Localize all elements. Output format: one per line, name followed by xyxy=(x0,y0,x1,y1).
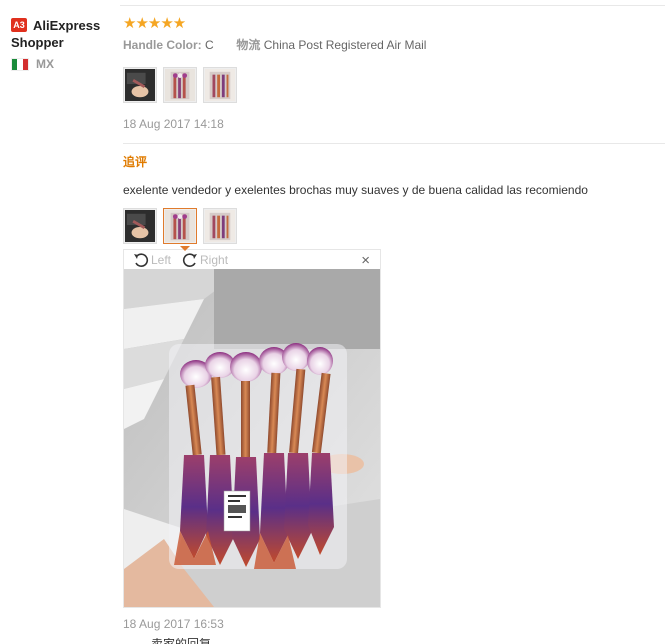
followup-thumbnail-hand-brushes[interactable] xyxy=(123,208,157,244)
followup-thumbnail-brush-pack[interactable] xyxy=(163,208,197,244)
star-rating: ★★★★★ xyxy=(123,15,186,32)
rotate-right-label: Right xyxy=(200,252,229,267)
reviewer-name: A3 AliExpress Shopper xyxy=(11,17,116,51)
close-viewer-button[interactable]: × xyxy=(361,252,370,269)
reviewer-country: MX xyxy=(11,57,116,71)
reviewer-info: A3 AliExpress Shopper MX xyxy=(11,17,116,71)
buyer-level-badge: A3 xyxy=(11,18,27,32)
review-divider xyxy=(123,143,665,144)
review-attributes: Handle Color: C 物流 China Post Registered… xyxy=(123,37,663,53)
review-body: ★★★★★ Handle Color: C 物流 China Post Regi… xyxy=(123,15,665,644)
rotate-right-button[interactable]: Right xyxy=(181,251,228,269)
shipping-label: 物流 xyxy=(236,38,261,52)
followup-thumbnail-brush-pack-2[interactable] xyxy=(203,208,237,244)
followup-text: exelente vendedor y exelentes brochas mu… xyxy=(123,183,588,197)
mexico-flag-icon xyxy=(11,57,29,71)
image-viewer: Left Right × xyxy=(123,249,381,608)
thumbnail-hand-brushes[interactable] xyxy=(123,67,157,103)
followup-date: 18 Aug 2017 16:53 xyxy=(123,617,224,631)
followup-thumbnails xyxy=(123,208,663,251)
review-thumbnails xyxy=(123,67,663,103)
review-date: 18 Aug 2017 14:18 xyxy=(123,117,224,131)
seller-reply-label: 卖家的回复 xyxy=(151,638,663,644)
handle-color-value: C xyxy=(205,38,214,52)
enlarged-review-photo xyxy=(124,269,380,607)
shipping-value: China Post Registered Air Mail xyxy=(263,38,427,52)
rotate-left-button[interactable]: Left xyxy=(132,251,171,269)
rotate-right-icon xyxy=(182,252,198,267)
rotate-left-label: Left xyxy=(151,252,172,267)
image-viewer-toolbar: Left Right × xyxy=(124,250,380,269)
country-code: MX xyxy=(36,57,54,71)
rotate-left-icon xyxy=(134,252,149,267)
followup-title: 追评 xyxy=(123,155,148,169)
thumbnail-brush-pack[interactable] xyxy=(163,67,197,103)
handle-color-label: Handle Color: xyxy=(123,38,202,52)
thumbnail-brush-pack-2[interactable] xyxy=(203,67,237,103)
top-divider xyxy=(120,5,665,6)
